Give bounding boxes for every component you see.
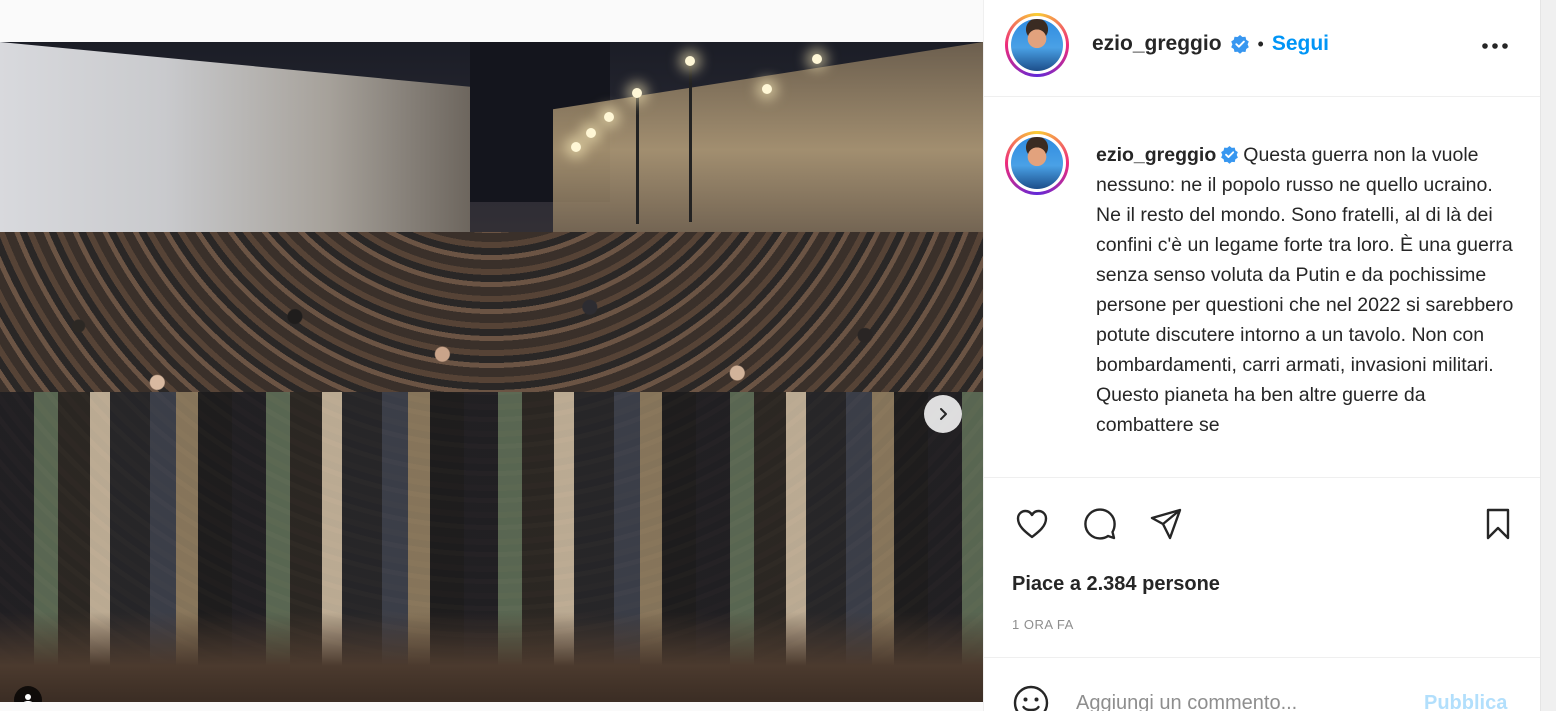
- more-options-icon: [1482, 43, 1508, 49]
- heart-icon: [1016, 509, 1048, 539]
- post-details-panel: ezio_greggio • Segui ezio_greggio Questa…: [983, 0, 1541, 711]
- header-user-row: ezio_greggio • Segui: [1092, 32, 1329, 56]
- comment-button[interactable]: [1080, 504, 1120, 544]
- photo-street-lamp: [632, 88, 642, 98]
- dot-separator: •: [1257, 33, 1264, 54]
- next-slide-button[interactable]: [924, 395, 962, 433]
- verified-badge-icon: [1230, 34, 1250, 54]
- chevron-right-icon: [940, 408, 947, 420]
- bookmark-icon: [1486, 508, 1510, 540]
- post-photo[interactable]: [0, 42, 983, 702]
- comment-bubble-icon: [1084, 508, 1116, 540]
- avatar-photo: [1011, 19, 1063, 71]
- username-link[interactable]: ezio_greggio: [1092, 32, 1222, 56]
- photo-street-lamp: [571, 142, 581, 152]
- likes-count[interactable]: Piace a 2.384 persone: [1012, 573, 1220, 596]
- user-tag-icon: [23, 694, 33, 702]
- instagram-post-page: ezio_greggio • Segui ezio_greggio Questa…: [0, 0, 1556, 711]
- paper-plane-icon: [1150, 508, 1182, 540]
- photo-street-lamp: [812, 54, 822, 64]
- more-options-button[interactable]: [1480, 34, 1510, 58]
- save-button[interactable]: [1478, 504, 1518, 544]
- avatar-photo: [1011, 137, 1063, 189]
- window-scrollbar[interactable]: [1540, 0, 1556, 711]
- caption-username-link[interactable]: ezio_greggio: [1096, 144, 1216, 166]
- avatar-frame: [1008, 134, 1066, 192]
- caption-avatar[interactable]: [1005, 131, 1069, 195]
- follow-button[interactable]: Segui: [1272, 32, 1329, 56]
- caption-text: Questa guerra non la vuole nessuno: ne i…: [1096, 144, 1514, 436]
- post-caption: ezio_greggio Questa guerra non la vuole n…: [1096, 140, 1521, 440]
- emoji-icon: [1013, 685, 1049, 711]
- post-timestamp[interactable]: 1 ORA FA: [1012, 617, 1074, 632]
- photo-lamp-post: [636, 94, 639, 224]
- emoji-button[interactable]: [1012, 684, 1052, 711]
- comment-bar: Pubblica: [984, 657, 1541, 711]
- avatar[interactable]: [1005, 13, 1069, 77]
- share-button[interactable]: [1146, 504, 1186, 544]
- publish-button[interactable]: Pubblica: [1424, 692, 1507, 711]
- verified-badge-icon: [1220, 145, 1239, 164]
- photo-street-lamp: [604, 112, 614, 122]
- caption-area: ezio_greggio Questa guerra non la vuole n…: [984, 97, 1541, 477]
- post-actions: Piace a 2.384 persone 1 ORA FA: [984, 477, 1541, 657]
- photo-lamp-post: [689, 62, 692, 222]
- like-button[interactable]: [1012, 504, 1052, 544]
- photo-street: [0, 612, 983, 702]
- photo-street-lamp: [762, 84, 772, 94]
- post-header: ezio_greggio • Segui: [984, 0, 1541, 97]
- comment-input[interactable]: [1076, 688, 1376, 711]
- photo-street-lamp: [685, 56, 695, 66]
- avatar-frame: [1008, 16, 1066, 74]
- photo-street-lamp: [586, 128, 596, 138]
